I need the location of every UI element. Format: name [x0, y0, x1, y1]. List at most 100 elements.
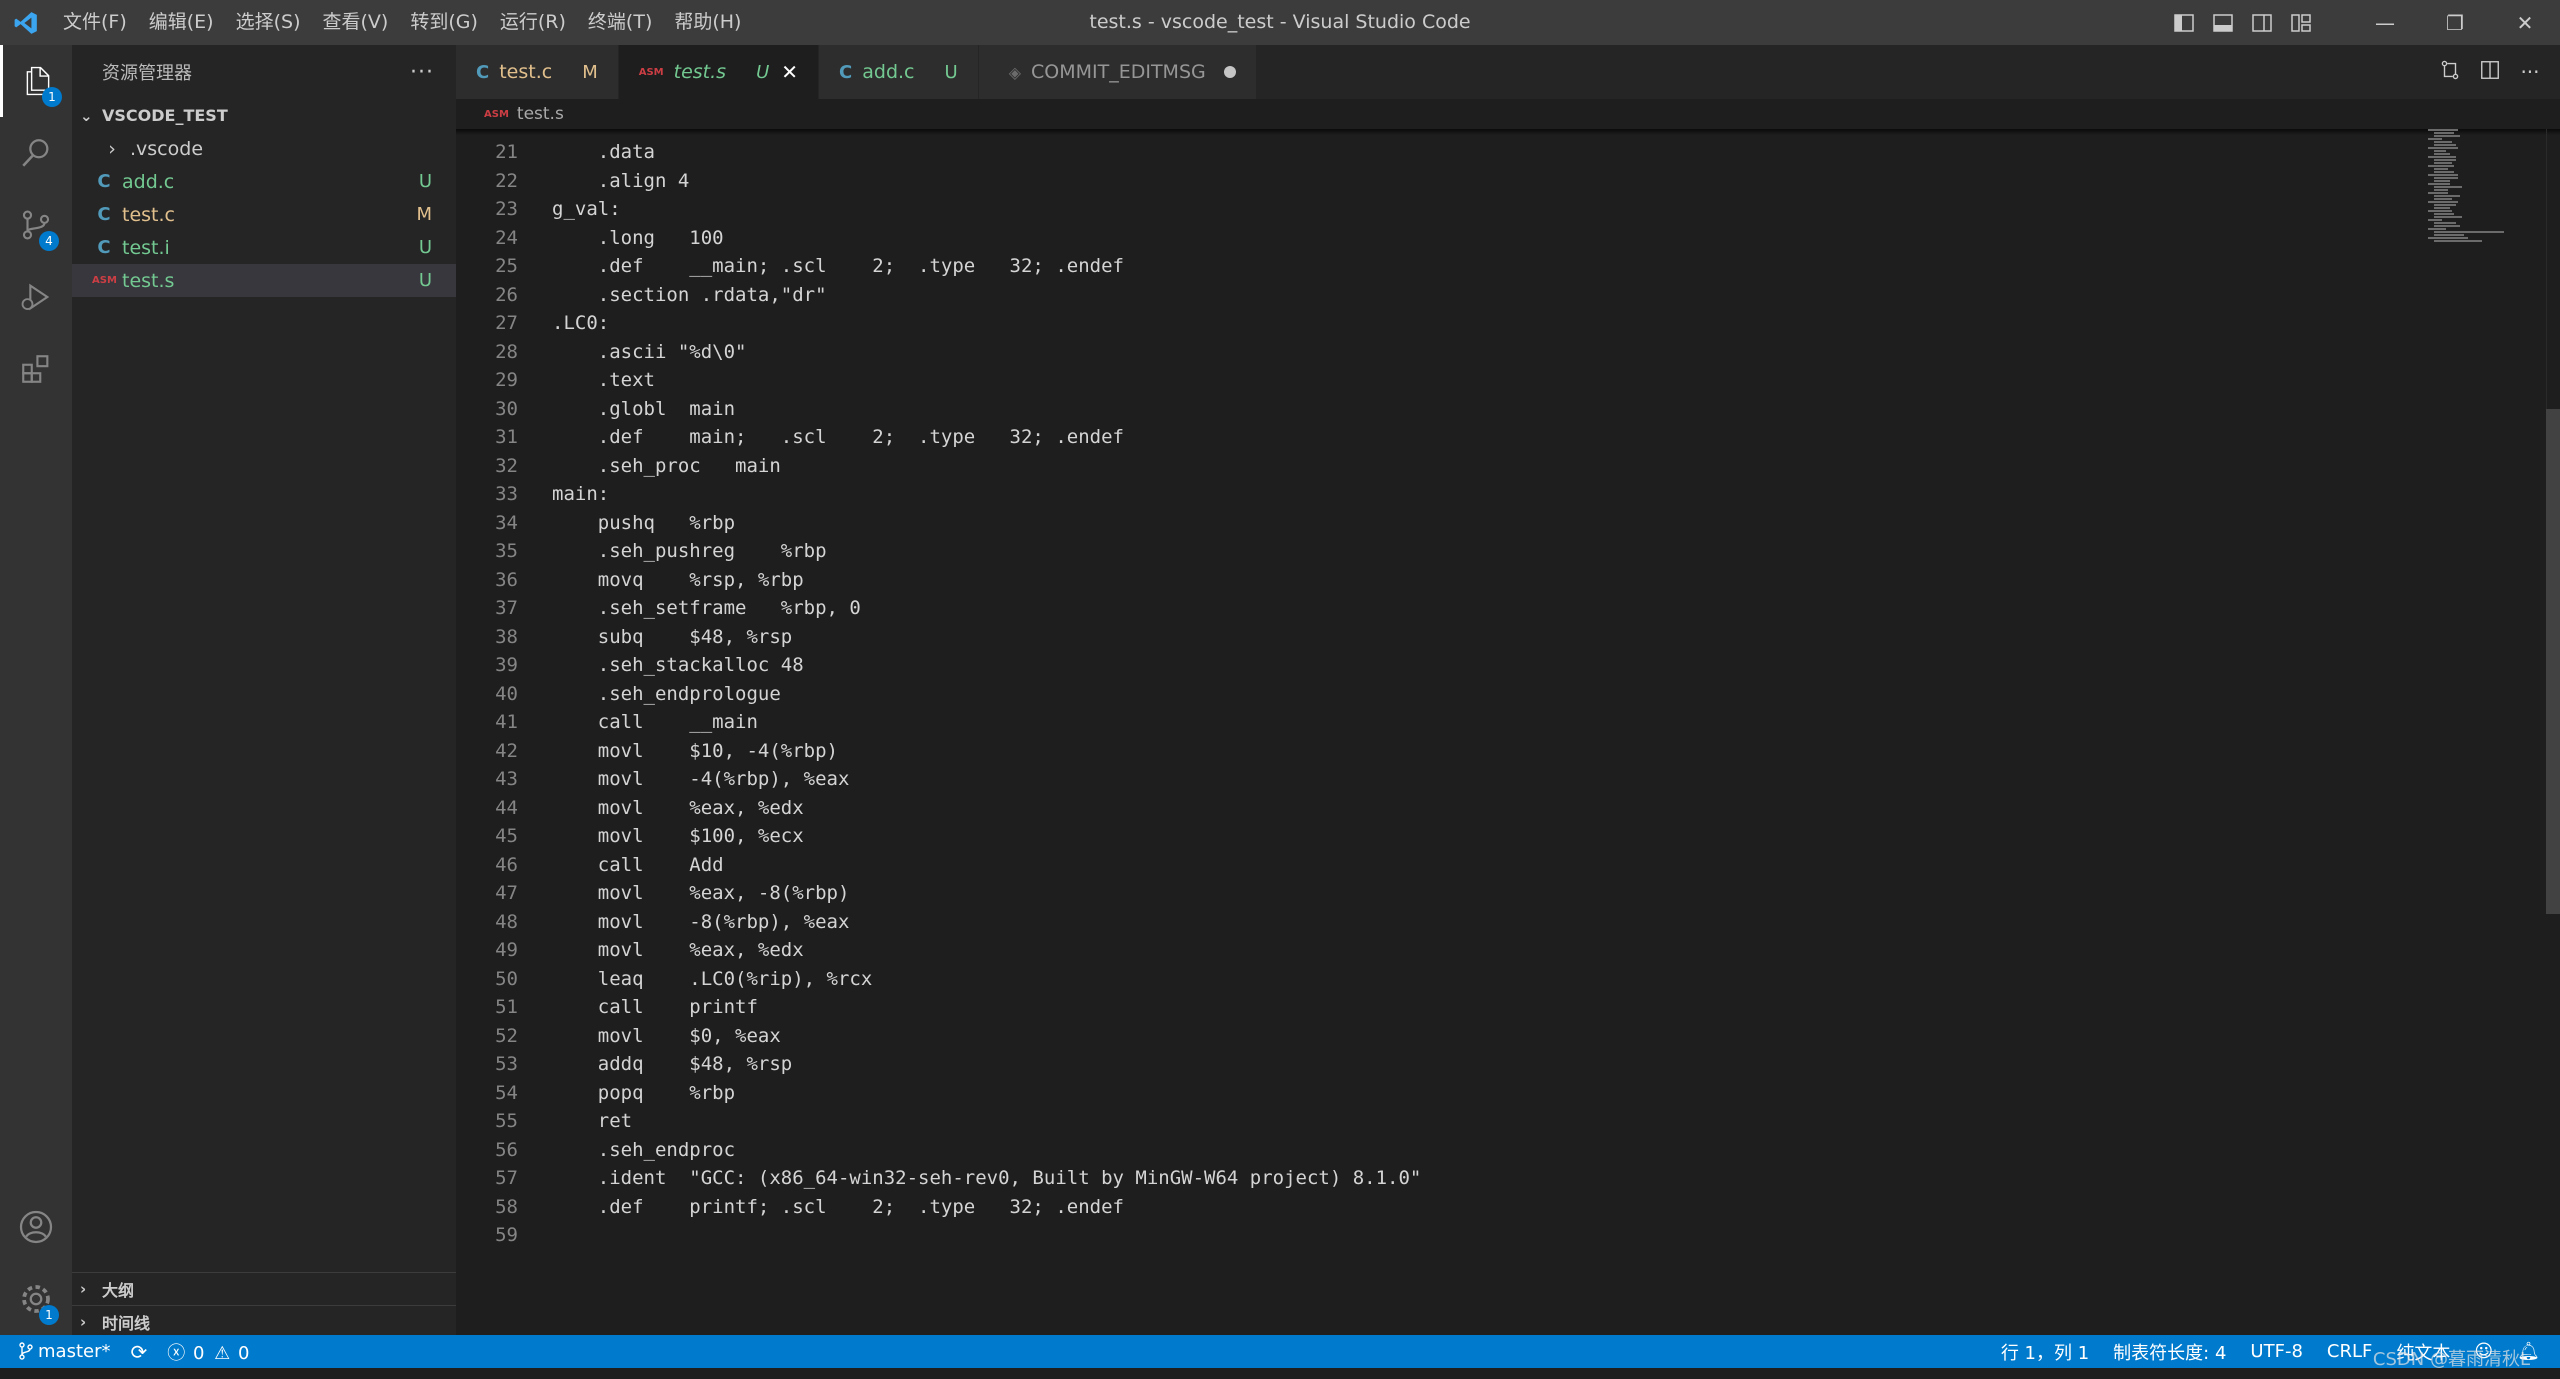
line-number: 28: [495, 340, 518, 363]
more-actions-button[interactable]: ···: [410, 60, 434, 85]
customize-layout-icon[interactable]: [2281, 0, 2320, 45]
tab-test-c[interactable]: C test.c M: [456, 45, 619, 99]
breadcrumb-file[interactable]: test.s: [517, 104, 564, 124]
menu-item[interactable]: 运行(R): [489, 0, 577, 45]
line-text: call Add: [552, 853, 724, 876]
line-text: .seh_endprologue: [552, 682, 781, 705]
line-number: 35: [495, 540, 518, 563]
cursor-position[interactable]: 行 1，列 1: [2001, 1339, 2089, 1365]
tab-test-s[interactable]: ASM test.s U ✕: [618, 45, 820, 99]
line-number: 39: [495, 654, 518, 677]
open-changes-icon[interactable]: [2430, 59, 2470, 86]
end-of-line[interactable]: CRLF: [2327, 1341, 2372, 1362]
line-number: 29: [495, 369, 518, 392]
split-editor-icon[interactable]: [2470, 59, 2510, 86]
tab-status: M: [582, 61, 598, 83]
code-line: 36 movq %rsp, %rbp: [456, 566, 2406, 595]
minimap-line: [2434, 213, 2454, 215]
code-line: 28 .ascii "%d\0": [456, 338, 2406, 367]
line-number: 36: [495, 568, 518, 591]
timeline-section-header[interactable]: › 时间线: [72, 1305, 456, 1338]
menu-item[interactable]: 转到(G): [399, 0, 489, 45]
tab-label: add.c: [862, 61, 915, 83]
file-tree-item[interactable]: Cadd.c U: [72, 165, 456, 198]
code-editor[interactable]: 21 .data 22 .align 4 23 g_val: 24 .long 100 2…: [456, 129, 2560, 1335]
tab-commit-editmsg[interactable]: ◈ COMMIT_EDITMSG: [978, 45, 1257, 99]
warning-icon: ⚠: [214, 1342, 231, 1364]
restore-button[interactable]: ❐: [2420, 0, 2490, 45]
outline-section-header[interactable]: › 大纲: [72, 1272, 456, 1305]
code-line: 40 .seh_endprologue: [456, 680, 2406, 709]
line-number: 40: [495, 682, 518, 705]
settings-gear-icon[interactable]: 1: [0, 1263, 72, 1335]
minimap-line: [2428, 183, 2450, 185]
menu-item[interactable]: 编辑(E): [138, 0, 225, 45]
minimap-line: [2428, 201, 2458, 203]
more-actions-icon[interactable]: ···: [2510, 60, 2550, 84]
toggle-panel-icon[interactable]: [2203, 0, 2242, 45]
unsaved-dot-icon[interactable]: [1223, 66, 1236, 78]
file-tree-item[interactable]: Ctest.c M: [72, 198, 456, 231]
line-text: .seh_stackalloc 48: [552, 654, 804, 677]
minimap-line: [2434, 171, 2454, 173]
code-line: 47 movl %eax, -8(%rbp): [456, 879, 2406, 908]
code-line: 51 call printf: [456, 993, 2406, 1022]
scrollbar-thumb[interactable]: [2546, 409, 2560, 914]
line-text: .seh_endproc: [552, 1138, 736, 1161]
menu-item[interactable]: 帮助(H): [663, 0, 752, 45]
extensions-icon[interactable]: [0, 333, 72, 405]
menu-item[interactable]: 查看(V): [312, 0, 400, 45]
source-control-icon[interactable]: 4: [0, 189, 72, 261]
file-tree-item[interactable]: Ctest.i U: [72, 231, 456, 264]
tab-size[interactable]: 制表符长度: 4: [2113, 1339, 2226, 1365]
line-text: .ident "GCC: (x86_64-win32-seh-rev0, Bui…: [552, 1167, 1422, 1190]
tab-status: U: [756, 61, 770, 83]
line-text: .def __main; .scl 2; .type 32; .endef: [552, 255, 1124, 278]
explorer-icon[interactable]: 1: [0, 45, 72, 117]
code-line: 37 .seh_setframe %rbp, 0: [456, 594, 2406, 623]
workspace-folder-header[interactable]: ⌄ VSCODE_TEST: [72, 99, 456, 132]
line-number: 33: [495, 483, 518, 506]
search-icon[interactable]: [0, 117, 72, 189]
branch-item[interactable]: master*: [18, 1341, 110, 1362]
encoding[interactable]: UTF-8: [2250, 1341, 2302, 1362]
run-debug-icon[interactable]: [0, 261, 72, 333]
menu-item[interactable]: 文件(F): [52, 0, 138, 45]
menu-item[interactable]: 终端(T): [577, 0, 663, 45]
close-icon[interactable]: ✕: [781, 60, 798, 84]
vertical-scrollbar[interactable]: [2546, 129, 2560, 1335]
close-window-button[interactable]: ✕: [2490, 0, 2560, 45]
file-tree-item[interactable]: › .vscode: [72, 132, 456, 165]
file-tree-item[interactable]: ASM test.s U: [72, 264, 456, 297]
problems-item[interactable]: ⓧ 0 ⚠ 0: [167, 1339, 249, 1365]
tab-add-c[interactable]: C add.c U: [819, 45, 979, 99]
minimap[interactable]: [2426, 129, 2546, 249]
minimap-line: [2434, 207, 2450, 209]
code-line: 42 movl $10, -4(%rbp): [456, 737, 2406, 766]
line-number: 56: [495, 1138, 518, 1161]
toggle-secondary-sidebar-icon[interactable]: [2242, 0, 2281, 45]
line-text: movl %eax, %edx: [552, 796, 804, 819]
line-text: .LC0:: [552, 312, 610, 335]
outline-label: 大纲: [102, 1281, 135, 1300]
toggle-sidebar-icon[interactable]: [2164, 0, 2203, 45]
line-text: .seh_setframe %rbp, 0: [552, 597, 861, 620]
minimap-line: [2428, 228, 2446, 230]
sync-icon[interactable]: ⟳: [130, 1340, 147, 1364]
line-text: .section .rdata,"dr": [552, 283, 827, 306]
tab-label: test.s: [673, 61, 727, 83]
code-line: 44 movl %eax, %edx: [456, 794, 2406, 823]
minimap-line: [2428, 210, 2452, 212]
menu-item[interactable]: 选择(S): [225, 0, 312, 45]
code-line-partial: [456, 129, 2406, 138]
line-number: 30: [495, 397, 518, 420]
line-text: movl $100, %ecx: [552, 825, 804, 848]
line-number: 55: [495, 1110, 518, 1133]
tab-label: COMMIT_EDITMSG: [1031, 61, 1206, 83]
line-text: pushq %rbp: [552, 511, 736, 534]
line-number: 22: [495, 169, 518, 192]
account-icon[interactable]: [0, 1191, 72, 1263]
minimap-line: [2434, 132, 2454, 134]
code-line: 32 .seh_proc main: [456, 452, 2406, 481]
minimize-button[interactable]: —: [2350, 0, 2420, 45]
